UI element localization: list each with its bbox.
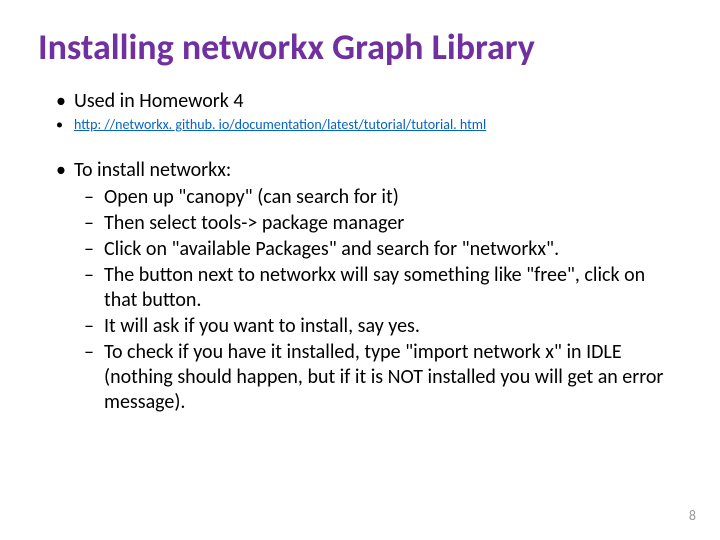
bullet-install: • To install networkx:: [56, 158, 682, 183]
slide-body: • Used in Homework 4 • http: //networkx.…: [38, 89, 682, 415]
bullet-link-row: • http: //networkx. github. io/documenta…: [56, 116, 682, 134]
step-item: – To check if you have it installed, typ…: [84, 340, 682, 415]
dash-icon: –: [84, 314, 104, 339]
bullet-dot-icon: •: [56, 89, 74, 114]
step-item: – It will ask if you want to install, sa…: [84, 314, 682, 339]
dash-icon: –: [84, 340, 104, 415]
step-text: The button next to networkx will say som…: [104, 263, 682, 313]
tutorial-link[interactable]: http: //networkx. github. io/documentati…: [74, 116, 486, 134]
bullet-dot-icon: •: [56, 116, 74, 134]
dash-icon: –: [84, 185, 104, 210]
dash-icon: –: [84, 263, 104, 313]
step-item: – Click on "available Packages" and sear…: [84, 237, 682, 262]
bullet-text: To install networkx:: [74, 158, 231, 183]
dash-icon: –: [84, 237, 104, 262]
step-item: – Open up "canopy" (can search for it): [84, 185, 682, 210]
page-number: 8: [689, 507, 696, 524]
step-text: Then select tools-> package manager: [104, 211, 682, 236]
bullet-dot-icon: •: [56, 158, 74, 183]
step-text: To check if you have it installed, type …: [104, 340, 682, 415]
step-item: – The button next to networkx will say s…: [84, 263, 682, 313]
bullet-used-in: • Used in Homework 4: [56, 89, 682, 114]
dash-icon: –: [84, 211, 104, 236]
step-item: – Then select tools-> package manager: [84, 211, 682, 236]
bullet-text: Used in Homework 4: [74, 89, 243, 114]
step-text: Open up "canopy" (can search for it): [104, 185, 682, 210]
step-text: It will ask if you want to install, say …: [104, 314, 682, 339]
slide-title: Installing networkx Graph Library: [38, 25, 682, 69]
step-text: Click on "available Packages" and search…: [104, 237, 682, 262]
